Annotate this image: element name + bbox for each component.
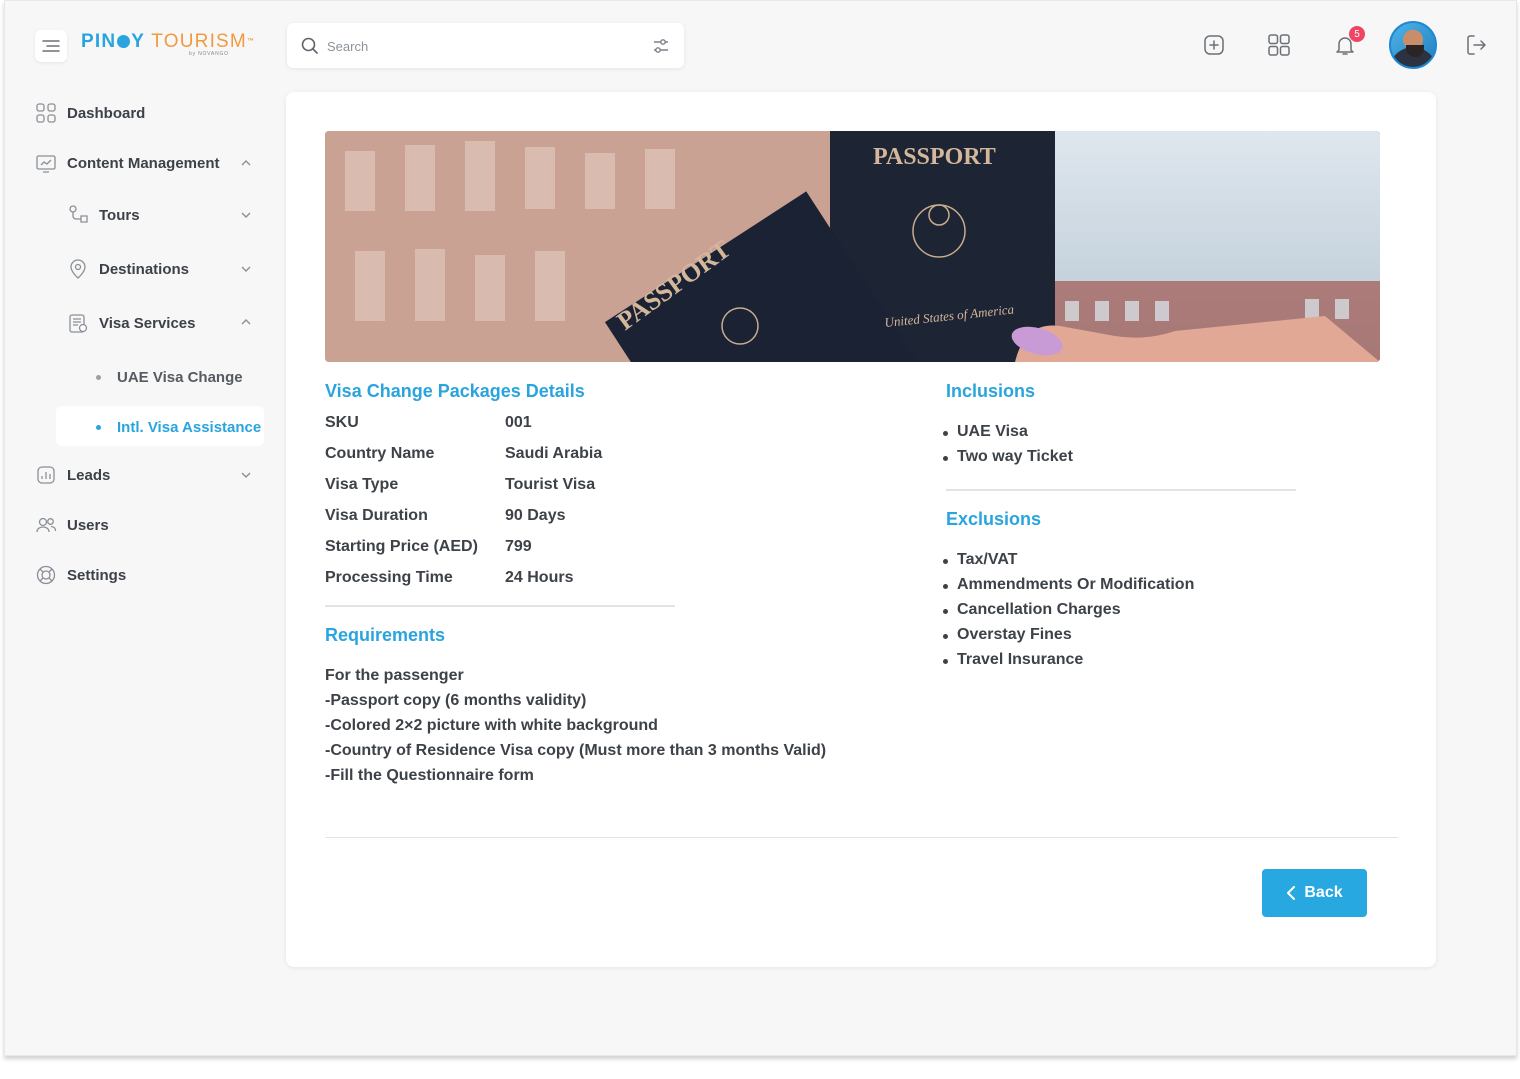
sidebar-item-destinations[interactable]: Destinations — [67, 257, 189, 281]
grid-icon — [36, 103, 56, 123]
sub-item-bullet — [96, 374, 101, 380]
sidebar-item-leads[interactable]: Leads — [35, 463, 110, 487]
chevron-up-icon[interactable] — [240, 157, 252, 169]
exclusion-item: Travel Insurance — [942, 651, 1084, 668]
content-icon — [36, 155, 56, 173]
logo-trademark: ™ — [246, 38, 256, 45]
sidebar-item-dashboard[interactable]: Dashboard — [35, 101, 145, 125]
requirement-line: -Country of Residence Visa copy (Must mo… — [325, 742, 827, 759]
requirement-line: -Passport copy (6 months validity) — [325, 692, 587, 709]
chevron-down-icon[interactable] — [240, 263, 252, 275]
sidebar-item-label: Tours — [99, 206, 140, 224]
sidebar-toggle-button[interactable] — [35, 30, 67, 62]
sidebar-item-label: Leads — [67, 466, 111, 484]
sidebar-item-label: Settings — [67, 566, 127, 584]
sidebar-item-label: Content Management — [67, 154, 220, 172]
filter-sliders-icon[interactable] — [652, 37, 670, 55]
logo-text-part1: PIN — [81, 31, 117, 52]
detail-value: Saudi Arabia — [505, 445, 603, 462]
lifebuoy-icon — [36, 565, 56, 585]
chevron-down-icon[interactable] — [240, 209, 252, 221]
sidebar-subitem-uae-visa-change[interactable]: UAE Visa Change — [96, 365, 243, 389]
sidebar-item-label: Users — [67, 516, 109, 534]
sidebar-item-tours[interactable]: Tours — [67, 203, 140, 227]
search-icon — [301, 37, 318, 54]
sidebar-item-label: Visa Services — [99, 314, 196, 332]
logo-byline: by NOVANGO — [189, 51, 229, 57]
exclusion-item: Tax/VAT — [942, 551, 1018, 568]
sidebar-subitem-label: Intl. Visa Assistance — [117, 418, 262, 436]
user-avatar[interactable] — [1389, 21, 1437, 69]
detail-value: 90 Days — [505, 507, 566, 524]
back-button-label: Back — [1304, 884, 1343, 901]
logo-text-part2: Y — [131, 31, 145, 52]
app-window: PIN Y TOURISM™ by NOVANGO 5 — [4, 0, 1517, 1056]
inclusions-divider — [946, 489, 1296, 491]
detail-label: SKU — [325, 414, 359, 431]
detail-value: Tourist Visa — [505, 476, 596, 493]
sub-item-bullet — [96, 424, 101, 430]
banner-text-passport-right: PASSPORT — [873, 144, 996, 170]
footer-divider — [325, 837, 1398, 838]
location-pin-icon — [70, 259, 86, 279]
sidebar-subitem-intl-visa-assistance[interactable]: Intl. Visa Assistance — [96, 415, 261, 439]
sidebar-item-visa-services[interactable]: Visa Services — [67, 311, 195, 335]
exclusion-item: Cancellation Charges — [943, 601, 1121, 618]
apps-grid-icon[interactable] — [1267, 33, 1291, 57]
logo-heart-dot — [117, 35, 131, 48]
details-divider — [325, 605, 675, 607]
detail-value: 799 — [505, 538, 532, 555]
back-button[interactable]: Back — [1262, 869, 1367, 917]
detail-label: Processing Time — [325, 569, 453, 586]
brand-logo[interactable]: PIN Y TOURISM™ by NOVANGO — [81, 31, 255, 61]
requirement-line: For the passenger — [325, 667, 464, 684]
detail-label: Starting Price (AED) — [325, 538, 478, 555]
detail-value: 001 — [505, 414, 532, 431]
passport-illustration: PASSPORT PASSPORT United States of Ameri… — [325, 131, 1380, 362]
sidebar-item-content-management[interactable]: Content Management — [35, 151, 220, 175]
chevron-up-icon[interactable] — [240, 316, 252, 328]
sidebar-item-settings[interactable]: Settings — [35, 563, 126, 587]
inclusion-item: UAE Visa — [943, 423, 1028, 440]
logo-text-part3: TOURISM — [151, 31, 247, 52]
requirements-title: Requirements — [325, 625, 446, 645]
detail-label: Visa Type — [325, 476, 399, 493]
exclusion-item: Ammendments Or Modification — [942, 576, 1195, 593]
chart-doc-icon — [37, 466, 55, 484]
route-icon — [69, 205, 88, 223]
detail-value: 24 Hours — [505, 569, 574, 586]
requirement-line: -Colored 2×2 picture with white backgrou… — [325, 717, 658, 734]
inclusion-item: Two way Ticket — [943, 448, 1073, 465]
logout-icon[interactable] — [1464, 33, 1488, 57]
users-icon — [36, 517, 57, 533]
menu-icon — [42, 40, 60, 52]
inclusions-title: Inclusions — [946, 381, 1036, 401]
requirement-line: -Fill the Questionnaire form — [325, 767, 534, 784]
sidebar-item-users[interactable]: Users — [35, 513, 109, 537]
search-input[interactable] — [327, 35, 627, 57]
exclusions-title: Exclusions — [946, 509, 1042, 529]
chevron-left-icon — [1287, 886, 1296, 900]
details-title: Visa Change Packages Details — [325, 381, 585, 401]
notification-badge: 5 — [1349, 26, 1365, 42]
detail-label: Visa Duration — [325, 507, 428, 524]
exclusion-item: Overstay Fines — [943, 626, 1072, 643]
visa-document-icon — [69, 314, 88, 333]
detail-label: Country Name — [325, 445, 435, 462]
chevron-down-icon[interactable] — [240, 469, 252, 481]
add-square-icon[interactable] — [1202, 33, 1226, 57]
sidebar-item-label: Dashboard — [67, 104, 146, 122]
passport-banner-image: PASSPORT PASSPORT United States of Ameri… — [325, 131, 1380, 362]
search-bar[interactable] — [287, 23, 684, 68]
sidebar-subitem-label: UAE Visa Change — [117, 368, 243, 386]
sidebar-item-label: Destinations — [99, 260, 190, 278]
